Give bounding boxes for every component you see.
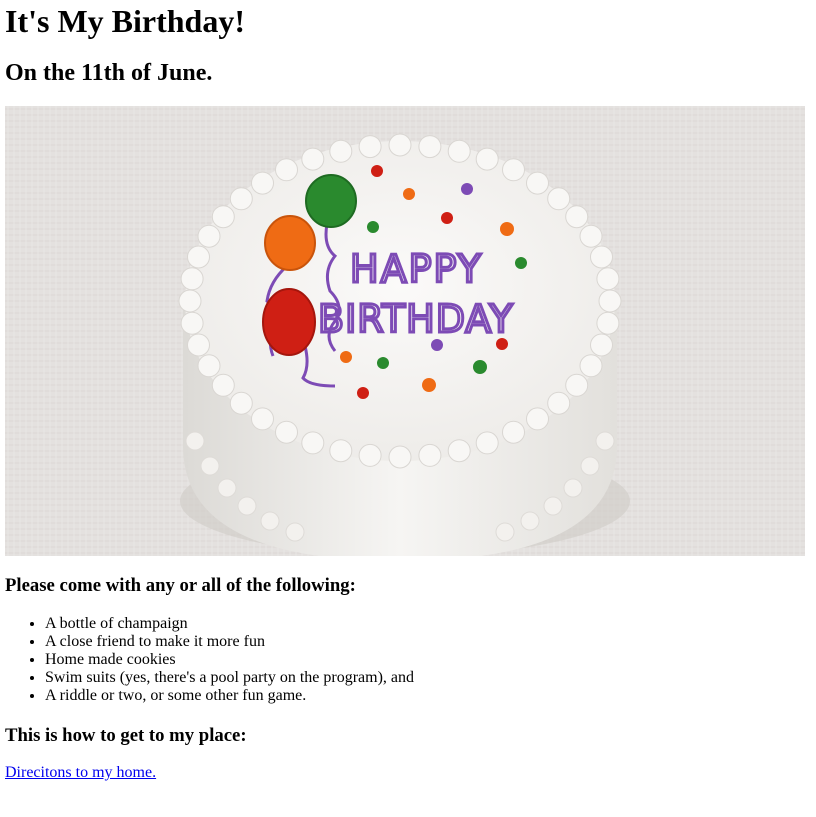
piping-swirl (178, 289, 202, 313)
piping-swirl (275, 420, 298, 444)
piping-swirl (275, 158, 298, 182)
piping-swirl (526, 407, 549, 431)
date-heading: On the 11th of June. (5, 60, 213, 86)
piping-swirl (358, 135, 382, 159)
page-title: It's My Birthday! (5, 3, 245, 39)
piping-swirl (418, 135, 442, 159)
piping-swirl (547, 391, 571, 415)
directions-link[interactable]: Direcitons to my home. (5, 764, 156, 782)
birthday-cake-image: HAPPY BIRTHDAY (5, 106, 805, 556)
piping-swirl (197, 354, 221, 378)
piping-swirl (596, 311, 620, 335)
list-item: Home made cookies (45, 651, 414, 669)
piping-swirl (598, 289, 622, 313)
piping-swirl (211, 205, 235, 229)
piping-swirl (197, 224, 221, 248)
piping-swirl (180, 267, 204, 291)
piping-swirl (596, 267, 620, 291)
piping-swirl (579, 224, 603, 248)
list-item: A bottle of champaign (45, 615, 414, 633)
piping-swirl (358, 443, 382, 467)
piping-swirl (447, 439, 471, 463)
piping-swirl (526, 171, 549, 195)
piping-swirl (565, 205, 589, 229)
piping-swirl (301, 147, 325, 171)
list-item: A riddle or two, or some other fun game. (45, 687, 414, 705)
piping-swirl (187, 245, 210, 269)
piping-swirl (579, 354, 603, 378)
piping-swirl (475, 431, 499, 455)
piping-swirl (502, 420, 525, 444)
piping-swirl (251, 407, 274, 431)
items-list: A bottle of champaign A close friend to … (5, 615, 414, 705)
directions-heading: This is how to get to my place: (5, 725, 247, 746)
piping-swirl (301, 431, 325, 455)
piping-swirl (180, 311, 204, 335)
piping-swirl (329, 439, 353, 463)
piping-swirl (547, 187, 571, 211)
piping-swirl (590, 245, 613, 269)
piping-swirl (565, 373, 589, 397)
piping-swirl (329, 139, 353, 163)
balloon-orange (264, 215, 316, 271)
balloon-green (305, 174, 357, 228)
piping-swirl (229, 391, 253, 415)
items-heading: Please come with any or all of the follo… (5, 575, 356, 596)
piping-swirl (447, 139, 471, 163)
piping-swirl (475, 147, 499, 171)
piping-swirl (211, 373, 235, 397)
balloon-red (262, 288, 316, 356)
cake-text-happy: HAPPY (350, 247, 483, 291)
piping-swirl (502, 158, 525, 182)
list-item: Swim suits (yes, there's a pool party on… (45, 669, 414, 687)
piping-swirl (229, 187, 253, 211)
list-item: A close friend to make it more fun (45, 633, 414, 651)
piping-swirl (388, 133, 412, 157)
piping-swirl (388, 445, 412, 469)
piping-swirl (590, 333, 613, 357)
piping-swirl (187, 333, 210, 357)
cake-text-birthday: BIRTHDAY (318, 297, 514, 341)
piping-swirl (251, 171, 274, 195)
piping-swirl (418, 443, 442, 467)
